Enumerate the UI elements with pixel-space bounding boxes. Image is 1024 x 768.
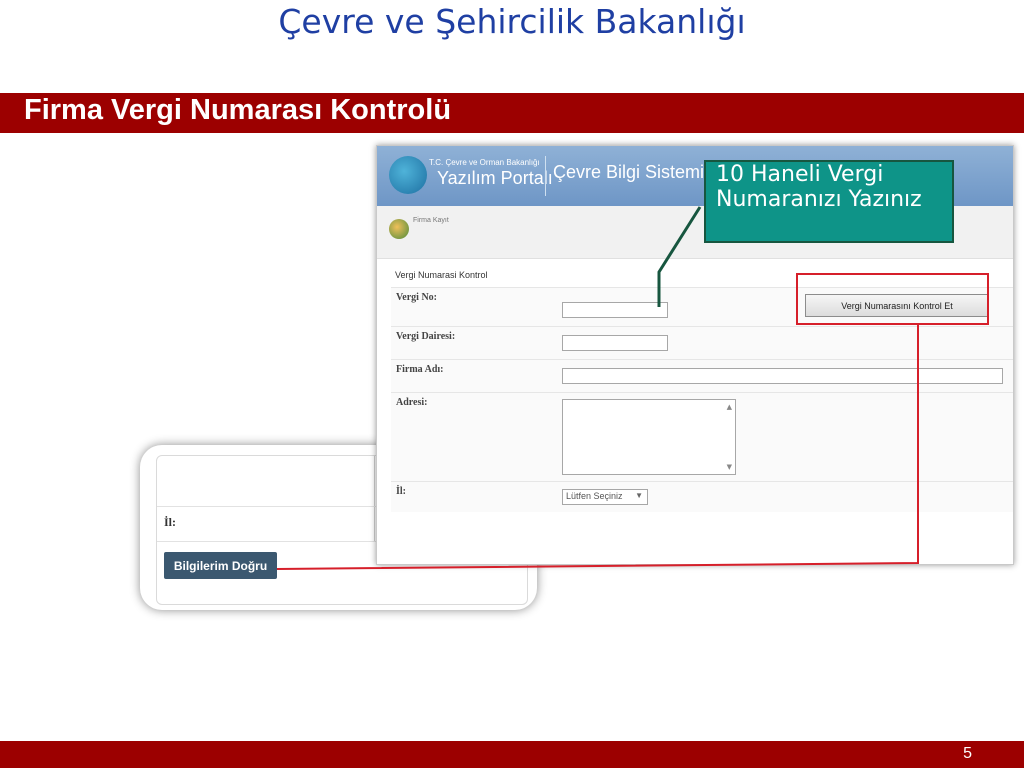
highlight-connector-line [276,325,919,570]
callout-box: 10 Haneli Vergi Numaranızı Yazınız [704,160,954,243]
page-number: 5 [963,745,972,762]
callout-text: 10 Haneli Vergi Numaranızı Yazınız [716,162,922,212]
footer-bar: 5 [0,741,1024,768]
connector-lines [276,206,919,570]
callout-connector-line [657,206,702,307]
